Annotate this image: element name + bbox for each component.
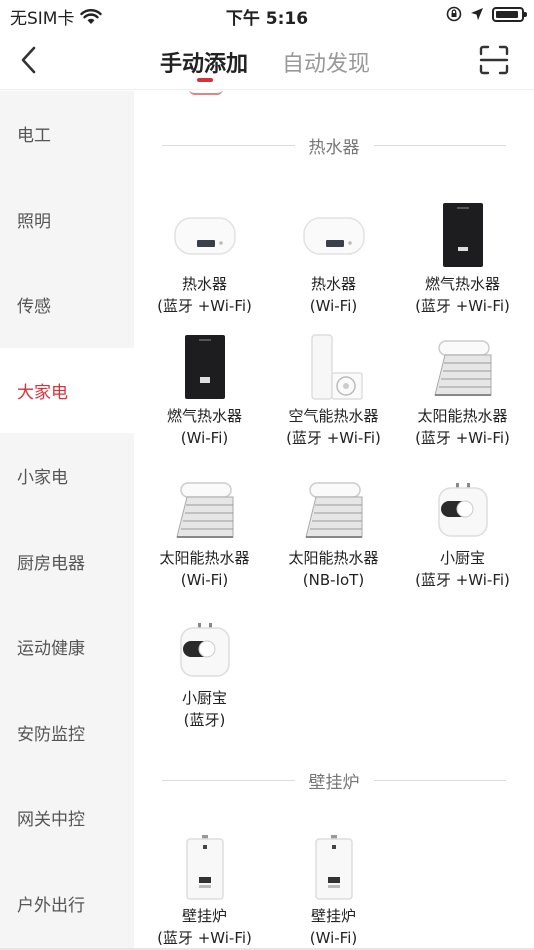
device-name: 太阳能热水器 bbox=[417, 407, 508, 425]
wall-boiler-icon bbox=[138, 831, 271, 905]
device-connectivity: (Wi-Fi) bbox=[309, 297, 358, 315]
device-connectivity: (蓝牙) bbox=[183, 711, 226, 729]
sidebar-item-electrician[interactable]: 电工 bbox=[0, 91, 134, 177]
device-connectivity: (蓝牙 +Wi-Fi) bbox=[157, 297, 252, 315]
device-connectivity: (蓝牙 +Wi-Fi) bbox=[415, 571, 510, 589]
kitchen-heater-icon bbox=[396, 473, 529, 547]
active-tab-indicator bbox=[197, 78, 213, 82]
divider bbox=[162, 145, 295, 146]
device-connectivity: (蓝牙 +Wi-Fi) bbox=[415, 297, 510, 315]
sidebar-item-lighting[interactable]: 照明 bbox=[0, 177, 134, 263]
device-item[interactable]: 热水器 (蓝牙 +Wi-Fi) bbox=[138, 199, 271, 317]
sidebar-item-gateway[interactable]: 网关中控 bbox=[0, 775, 134, 861]
section-header-water-heater: 热水器 bbox=[162, 133, 506, 158]
device-item[interactable]: 空气能热水器 (蓝牙 +Wi-Fi) bbox=[267, 331, 400, 449]
device-name: 太阳能热水器 bbox=[159, 549, 250, 567]
status-right bbox=[446, 6, 527, 22]
device-connectivity: (NB-IoT) bbox=[302, 571, 365, 589]
device-connectivity: (Wi-Fi) bbox=[180, 429, 229, 447]
device-name: 壁挂炉 bbox=[181, 907, 227, 925]
solar-water-heater-icon bbox=[267, 473, 400, 547]
divider bbox=[373, 145, 506, 146]
device-item[interactable]: 壁挂炉 (蓝牙 +Wi-Fi) bbox=[138, 831, 271, 949]
device-list[interactable]: 热水器 热水器 (蓝牙 +Wi-Fi) 热水器 (Wi-Fi) 燃气热水器 (蓝… bbox=[134, 91, 534, 950]
divider bbox=[373, 780, 506, 781]
status-bar: 无SIM卡 下午 5:16 bbox=[0, 0, 534, 30]
device-connectivity: (蓝牙 +Wi-Fi) bbox=[415, 429, 510, 447]
electric-water-heater-icon bbox=[267, 199, 400, 273]
device-item[interactable]: 热水器 (Wi-Fi) bbox=[267, 199, 400, 317]
sidebar-item-fitness[interactable]: 运动健康 bbox=[0, 604, 134, 690]
air-source-heater-icon bbox=[267, 331, 400, 405]
orientation-lock-icon bbox=[446, 6, 462, 22]
sidebar-item-security[interactable]: 安防监控 bbox=[0, 690, 134, 776]
wall-boiler-icon bbox=[267, 831, 400, 905]
device-item[interactable]: 小厨宝 (蓝牙 +Wi-Fi) bbox=[396, 473, 529, 591]
device-name: 热水器 bbox=[310, 275, 356, 293]
electric-water-heater-icon bbox=[138, 199, 271, 273]
device-item[interactable]: 壁挂炉 (Wi-Fi) bbox=[267, 831, 400, 949]
device-connectivity: (蓝牙 +Wi-Fi) bbox=[157, 929, 252, 947]
section-title: 壁挂炉 bbox=[308, 773, 360, 793]
battery-icon bbox=[492, 6, 527, 22]
sidebar-item-outdoor[interactable]: 户外出行 bbox=[0, 861, 134, 947]
sidebar-item-major-appliances[interactable]: 大家电 bbox=[0, 347, 134, 433]
sidebar-item-small-appliances[interactable]: 小家电 bbox=[0, 433, 134, 519]
location-icon bbox=[471, 8, 483, 20]
tab-auto-discover[interactable]: 自动发现 bbox=[282, 46, 370, 78]
solar-water-heater-icon bbox=[396, 331, 529, 405]
device-name: 壁挂炉 bbox=[310, 907, 356, 925]
device-item[interactable]: 太阳能热水器 (Wi-Fi) bbox=[138, 473, 271, 591]
category-sidebar: 电工 照明 传感 大家电 小家电 厨房电器 运动健康 安防监控 网关中控 户外出… bbox=[0, 91, 134, 950]
nav-header: 手动添加 自动发现 bbox=[0, 30, 534, 90]
device-item[interactable]: 燃气热水器 (Wi-Fi) bbox=[138, 331, 271, 449]
device-item[interactable]: 太阳能热水器 (蓝牙 +Wi-Fi) bbox=[396, 331, 529, 449]
device-connectivity: (Wi-Fi) bbox=[309, 929, 358, 947]
section-title: 热水器 bbox=[308, 138, 360, 158]
gas-water-heater-icon bbox=[138, 331, 271, 405]
solar-water-heater-icon bbox=[138, 473, 271, 547]
divider bbox=[162, 780, 295, 781]
gas-water-heater-icon bbox=[396, 199, 529, 273]
scan-button[interactable] bbox=[478, 44, 510, 76]
device-item[interactable]: 小厨宝 (蓝牙) bbox=[138, 613, 271, 731]
device-name: 燃气热水器 bbox=[424, 275, 500, 293]
kitchen-heater-icon bbox=[138, 613, 271, 687]
previous-item-remnant bbox=[189, 91, 223, 95]
device-name: 小厨宝 bbox=[439, 549, 485, 567]
back-button[interactable] bbox=[14, 42, 44, 78]
device-name: 空气能热水器 bbox=[288, 407, 379, 425]
device-connectivity: (Wi-Fi) bbox=[180, 571, 229, 589]
device-name: 小厨宝 bbox=[181, 689, 227, 707]
sidebar-item-kitchen[interactable]: 厨房电器 bbox=[0, 519, 134, 605]
device-name: 燃气热水器 bbox=[166, 407, 242, 425]
device-item[interactable]: 燃气热水器 (蓝牙 +Wi-Fi) bbox=[396, 199, 529, 317]
tab-manual-add[interactable]: 手动添加 bbox=[160, 46, 248, 78]
device-item[interactable]: 太阳能热水器 (NB-IoT) bbox=[267, 473, 400, 591]
sidebar-item-sensor[interactable]: 传感 bbox=[0, 262, 134, 348]
section-header-wall-boiler: 壁挂炉 bbox=[162, 768, 506, 793]
device-connectivity: (蓝牙 +Wi-Fi) bbox=[286, 429, 381, 447]
device-name: 太阳能热水器 bbox=[288, 549, 379, 567]
device-name: 热水器 bbox=[181, 275, 227, 293]
